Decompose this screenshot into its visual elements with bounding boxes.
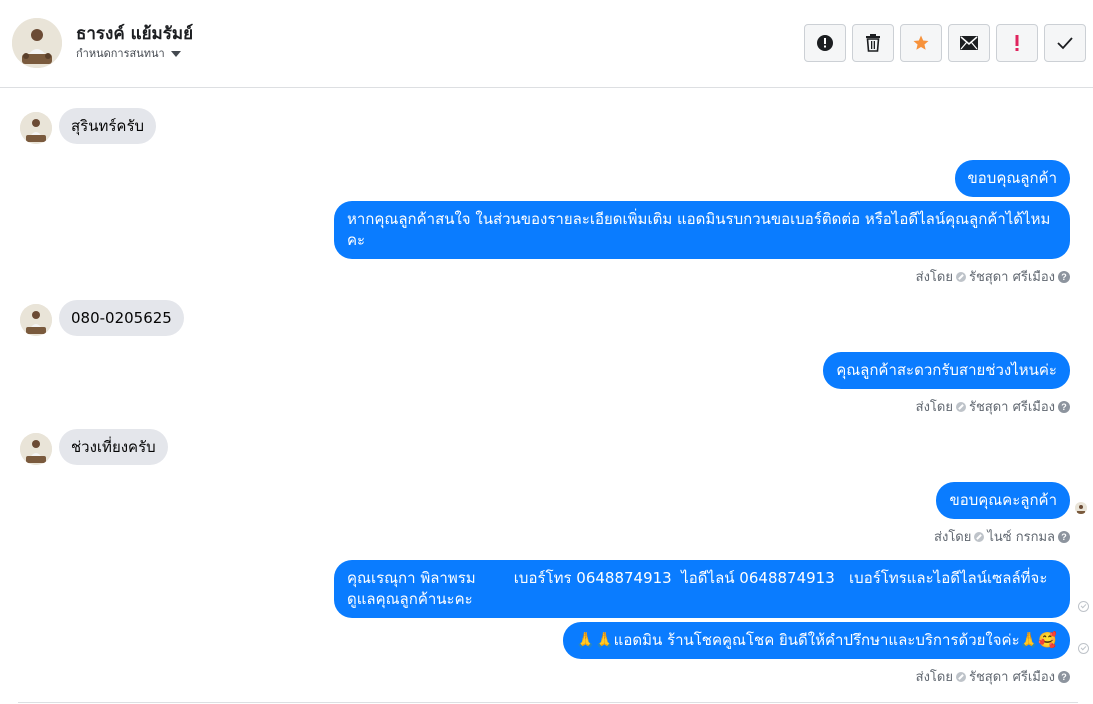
mark-unread-button[interactable] [948, 24, 990, 62]
conversation-header: ธารงค์ แย้มรัมย์ กำหนดการสนทนา [0, 0, 1093, 88]
sent-by-agent[interactable]: รัชสุดา ศรีเมือง [969, 396, 1055, 417]
sender-avatar [20, 304, 52, 336]
mark-done-button[interactable] [1044, 24, 1086, 62]
sent-by-agent[interactable]: รัชสุดา ศรีเมือง [969, 266, 1055, 287]
sent-by-agent[interactable]: รัชสุดา ศรีเมือง [969, 666, 1055, 687]
contact-avatar[interactable] [12, 18, 62, 68]
check-badge-icon [955, 271, 966, 282]
delete-button[interactable] [852, 24, 894, 62]
outgoing-message[interactable]: ขอบคุณคะลูกค้า [936, 482, 1070, 519]
sent-by-agent[interactable]: ไนซ์ กรกมล [987, 526, 1055, 547]
seen-avatar [1075, 502, 1087, 514]
sender-avatar [20, 112, 52, 144]
incoming-message[interactable]: ช่วงเที่ยงครับ [59, 429, 168, 465]
outgoing-message[interactable]: หากคุณลูกค้าสนใจ ในส่วนของรายละเอียดเพิ่… [334, 201, 1070, 259]
sent-by-info: ส่งโดย รัชสุดา ศรีเมือง ? [916, 396, 1070, 417]
sent-by-info: ส่งโดย รัชสุดา ศรีเมือง ? [916, 266, 1070, 287]
caret-down-icon [170, 50, 181, 57]
report-spam-button[interactable] [804, 24, 846, 62]
incoming-message[interactable]: สุรินทร์ครับ [59, 108, 157, 144]
star-icon [913, 35, 929, 50]
important-button[interactable] [996, 24, 1038, 62]
help-icon[interactable]: ? [1058, 670, 1070, 683]
toolbar [804, 24, 1086, 62]
outgoing-message[interactable]: คุณเรณุกา พิลาพรม เบอร์โทร 0648874913 ไอ… [334, 560, 1070, 618]
delivered-check-icon [1078, 643, 1089, 654]
sent-by-label: ส่งโดย [915, 400, 953, 415]
star-button[interactable] [900, 24, 942, 62]
incoming-message[interactable]: 080-0205625 [59, 300, 184, 336]
conversation-settings-label: กำหนดการสนทนา [76, 47, 165, 60]
outgoing-message[interactable]: คุณลูกค้าสะดวกรับสายช่วงไหนค่ะ [823, 352, 1070, 389]
composer-divider [18, 702, 1078, 703]
conversation-settings-dropdown[interactable]: กำหนดการสนทนา [76, 44, 181, 62]
outgoing-message[interactable]: 🙏🙏แอดมิน ร้านโชคคูณโชค ยินดีให้คำปรึกษาแ… [563, 622, 1070, 659]
trash-icon [866, 34, 880, 52]
help-icon[interactable]: ? [1058, 530, 1070, 543]
contact-name: ธารงค์ แย้มรัมย์ [76, 24, 194, 44]
delivered-check-icon [1078, 601, 1089, 612]
sender-avatar [20, 433, 52, 465]
check-badge-icon [955, 401, 966, 412]
sent-by-info: ส่งโดย ไนซ์ กรกมล ? [934, 526, 1070, 547]
sent-by-label: ส่งโดย [934, 530, 972, 545]
exclamation-icon [1015, 35, 1019, 51]
envelope-icon [960, 36, 978, 50]
checkmark-icon [1057, 37, 1073, 50]
check-badge-icon [974, 531, 985, 542]
message-thread[interactable]: สุรินทร์ครับ ขอบคุณลูกค้า หากคุณลูกค้าสน… [0, 88, 1093, 704]
sent-by-label: ส่งโดย [915, 270, 953, 285]
sent-by-label: ส่งโดย [915, 670, 953, 685]
check-badge-icon [955, 671, 966, 682]
alert-circle-icon [817, 35, 833, 51]
help-icon[interactable]: ? [1058, 270, 1070, 283]
help-icon[interactable]: ? [1058, 400, 1070, 413]
sent-by-info: ส่งโดย รัชสุดา ศรีเมือง ? [916, 666, 1070, 687]
outgoing-message[interactable]: ขอบคุณลูกค้า [954, 160, 1070, 197]
